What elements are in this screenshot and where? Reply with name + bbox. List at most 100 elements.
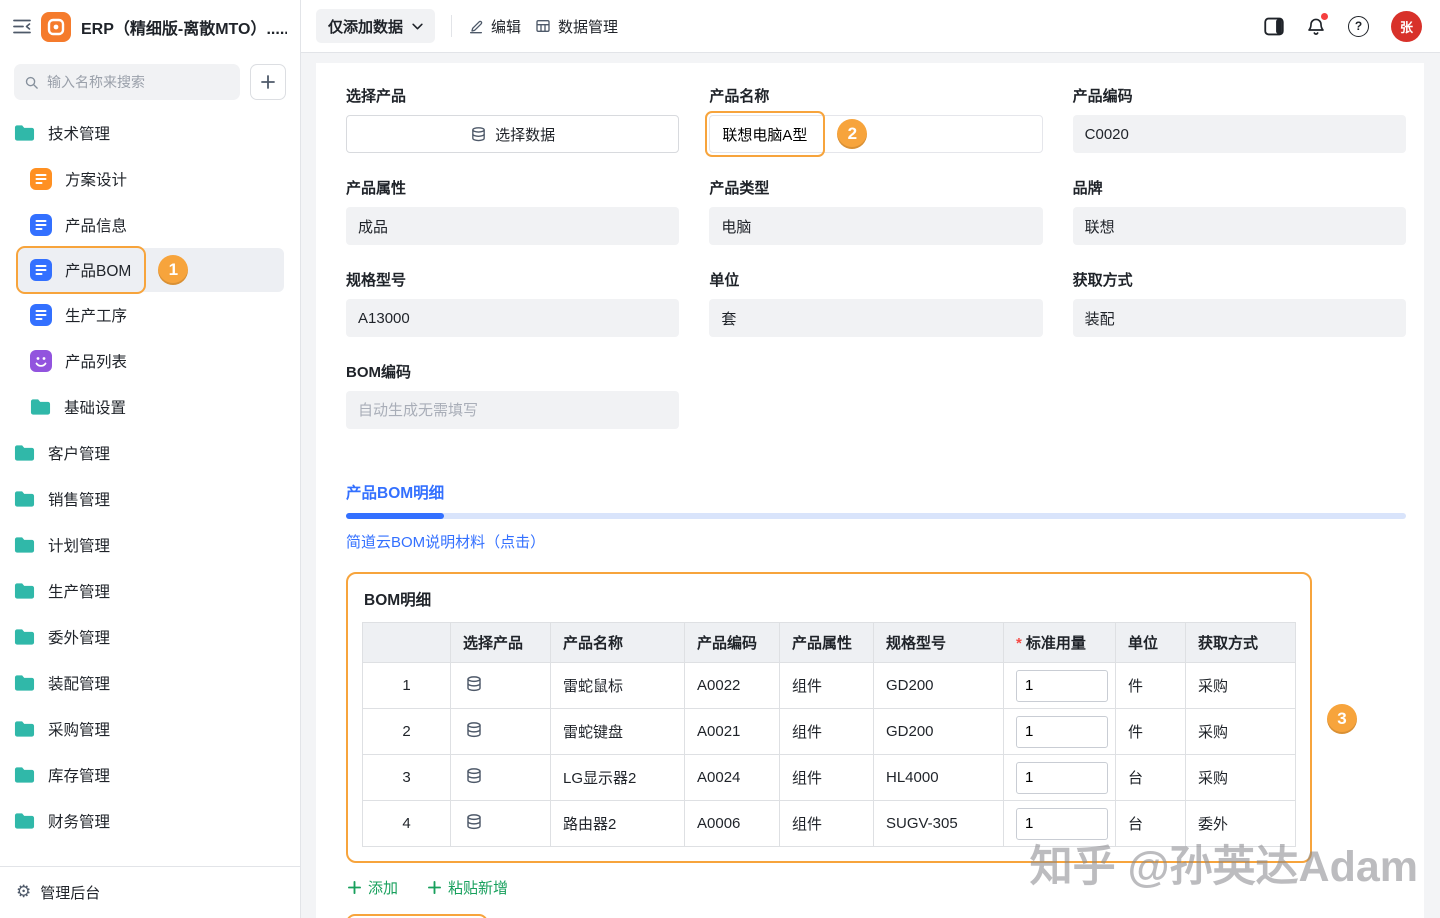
add-row-button[interactable]: 添加	[348, 877, 398, 898]
row-select-product[interactable]	[451, 709, 551, 755]
col-qty: *标准用量	[1004, 623, 1116, 663]
sidebar-item-scheme-design[interactable]: 方案设计	[0, 156, 300, 202]
cell-qty	[1004, 663, 1116, 709]
table-row: 3 LG显示器2 A0024 组件 HL4000 台 采购	[363, 755, 1296, 801]
field-label: 单位	[709, 269, 1042, 290]
edit-button[interactable]: 编辑	[468, 16, 521, 37]
form-icon	[30, 214, 52, 236]
field-label: 品牌	[1073, 177, 1406, 198]
spec-input[interactable]	[346, 299, 679, 337]
form-card: 选择产品 选择数据 产品名称 2	[316, 63, 1424, 918]
bom-table-title: BOM明细	[364, 588, 1296, 610]
cell-spec: GD200	[874, 663, 1004, 709]
field-unit: 单位	[709, 269, 1042, 337]
toolbar-divider	[451, 15, 452, 37]
row-select-product[interactable]	[451, 801, 551, 847]
sidebar-item-planning-mgmt[interactable]: 计划管理	[0, 522, 300, 568]
product-name-input[interactable]	[709, 115, 1042, 153]
chevron-down-icon	[412, 23, 423, 30]
folder-icon	[30, 398, 51, 416]
avatar[interactable]: 张	[1391, 11, 1422, 42]
row-number: 2	[363, 709, 451, 755]
search-box[interactable]	[14, 64, 240, 100]
folder-icon	[14, 812, 35, 830]
tab-bom-detail[interactable]: 产品BOM明细	[346, 481, 444, 503]
col-row-number	[363, 623, 451, 663]
sidebar-item-product-info[interactable]: 产品信息	[0, 202, 300, 248]
folder-icon	[14, 720, 35, 738]
field-brand: 品牌	[1073, 177, 1406, 245]
sidebar: ERP（精细版-离散MTO）...... 技术管理 方案	[0, 0, 301, 918]
folder-icon	[14, 582, 35, 600]
row-select-product[interactable]	[451, 663, 551, 709]
sidebar-item-product-list[interactable]: 产品列表	[0, 338, 300, 384]
product-attr-input[interactable]	[346, 207, 679, 245]
cell-product-code: A0024	[685, 755, 780, 801]
col-product-name: 产品名称	[551, 623, 685, 663]
sidebar-item-product-bom[interactable]: 产品BOM 1	[18, 248, 284, 292]
gear-icon: ⚙	[16, 884, 31, 901]
row-number: 4	[363, 801, 451, 847]
qty-input[interactable]	[1016, 670, 1108, 702]
bom-table-container: 3 BOM明细 选择产品 产品名称 产品编码 产品属性	[346, 572, 1312, 863]
table-row: 1 雷蛇鼠标 A0022 组件 GD200 件 采购	[363, 663, 1296, 709]
cell-unit: 件	[1116, 709, 1186, 755]
sidebar-item-outsourcing-mgmt[interactable]: 委外管理	[0, 614, 300, 660]
search-input[interactable]	[47, 74, 230, 90]
bom-code-input[interactable]	[346, 391, 679, 429]
mode-dropdown[interactable]: 仅添加数据	[316, 9, 435, 43]
add-form-button[interactable]	[250, 64, 286, 100]
select-data-button[interactable]: 选择数据	[346, 115, 679, 153]
bom-doc-link[interactable]: 简道云BOM说明材料（点击）	[346, 531, 545, 552]
admin-backend-link[interactable]: ⚙ 管理后台	[0, 866, 300, 918]
col-method: 获取方式	[1186, 623, 1296, 663]
cell-unit: 台	[1116, 755, 1186, 801]
folder-icon	[14, 628, 35, 646]
panel-toggle-icon[interactable]	[1264, 17, 1284, 36]
help-icon[interactable]: ?	[1348, 16, 1369, 37]
sidebar-item-assembly-mgmt[interactable]: 装配管理	[0, 660, 300, 706]
folder-icon	[14, 124, 35, 142]
sidebar-item-production-mgmt[interactable]: 生产管理	[0, 568, 300, 614]
form-grid: 选择产品 选择数据 产品名称 2	[346, 85, 1406, 453]
qty-input[interactable]	[1016, 716, 1108, 748]
unit-input[interactable]	[709, 299, 1042, 337]
field-product-attr: 产品属性	[346, 177, 679, 245]
sidebar-item-sales-mgmt[interactable]: 销售管理	[0, 476, 300, 522]
sidebar-item-production-process[interactable]: 生产工序	[0, 292, 300, 338]
qty-input[interactable]	[1016, 808, 1108, 840]
sidebar-item-finance-mgmt[interactable]: 财务管理	[0, 798, 300, 844]
row-number: 3	[363, 755, 451, 801]
cell-method: 采购	[1186, 663, 1296, 709]
plus-icon	[348, 881, 361, 894]
cell-method: 采购	[1186, 709, 1296, 755]
product-code-input[interactable]	[1073, 115, 1406, 153]
collapse-menu-icon[interactable]	[13, 19, 31, 34]
cell-product-name: 路由器2	[551, 801, 685, 847]
qty-input[interactable]	[1016, 762, 1108, 794]
field-label: 产品名称	[709, 85, 1042, 106]
form-icon	[30, 304, 52, 326]
cell-method: 委外	[1186, 801, 1296, 847]
cell-spec: HL4000	[874, 755, 1004, 801]
sidebar-item-basic-settings[interactable]: 基础设置	[0, 384, 300, 430]
sidebar-search-row	[0, 53, 300, 108]
cell-method: 采购	[1186, 755, 1296, 801]
annotation-badge-2: 2	[837, 119, 867, 149]
brand-input[interactable]	[1073, 207, 1406, 245]
sidebar-item-customer-mgmt[interactable]: 客户管理	[0, 430, 300, 476]
sidebar-item-procurement-mgmt[interactable]: 采购管理	[0, 706, 300, 752]
acquire-method-input[interactable]	[1073, 299, 1406, 337]
paste-add-button[interactable]: 粘贴新增	[428, 877, 508, 898]
search-icon	[24, 75, 39, 90]
product-type-input[interactable]	[709, 207, 1042, 245]
notifications-bell-icon[interactable]	[1306, 16, 1326, 37]
tab-scroll-track[interactable]	[346, 513, 1406, 519]
row-select-product[interactable]	[451, 755, 551, 801]
sidebar-item-tech-mgmt[interactable]: 技术管理	[0, 110, 300, 156]
cell-product-attr: 组件	[780, 755, 874, 801]
field-product-type: 产品类型	[709, 177, 1042, 245]
data-management-button[interactable]: 数据管理	[535, 16, 618, 37]
dashboard-icon	[30, 350, 52, 372]
sidebar-item-inventory-mgmt[interactable]: 库存管理	[0, 752, 300, 798]
